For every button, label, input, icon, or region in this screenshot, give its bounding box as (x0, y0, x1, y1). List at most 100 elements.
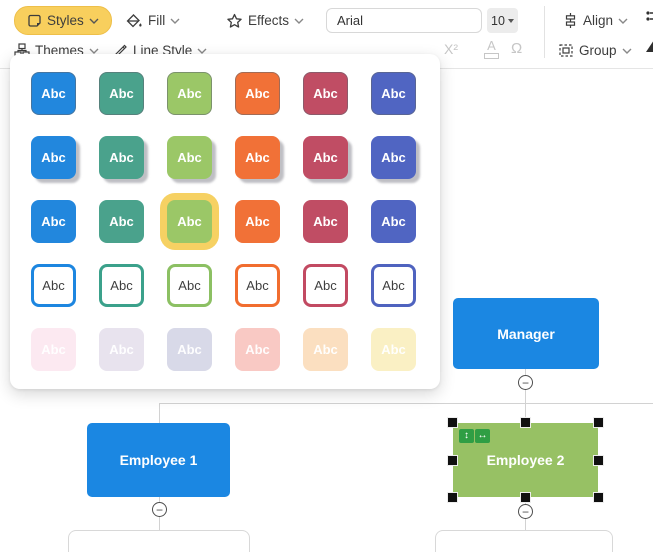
node-label: Employee 2 (486, 452, 565, 468)
chevron-down-icon (89, 48, 99, 54)
style-swatch-r5-c6[interactable]: Abc (371, 328, 416, 371)
font-size-value: 10 (491, 13, 505, 28)
node-manager[interactable]: Manager (453, 298, 599, 369)
superscript-icon[interactable]: X² (444, 41, 458, 57)
style-swatch-r5-c5[interactable]: Abc (303, 328, 348, 371)
style-swatch-label: Abc (109, 150, 134, 165)
style-swatch-r3-c2[interactable]: Abc (99, 200, 144, 243)
resize-vertical-badge[interactable]: ↕ (459, 429, 474, 443)
style-swatch-r4-c5[interactable]: Abc (303, 264, 348, 307)
chevron-down-icon (197, 48, 207, 54)
node-wrapper-employee-2: Employee 2 ↕ ↔ (447, 417, 604, 503)
style-swatch-r1-c3[interactable]: Abc (167, 72, 212, 115)
style-swatch-label: Abc (109, 342, 134, 357)
style-swatch-label: Abc (177, 86, 202, 101)
chevron-down-icon (170, 18, 180, 24)
node-wrapper-manager: Manager (453, 298, 599, 369)
style-swatch-label: Abc (41, 86, 66, 101)
style-swatch-r3-c4[interactable]: Abc (235, 200, 280, 243)
style-swatch-label: Abc (381, 86, 406, 101)
style-swatch-label: Abc (110, 278, 133, 293)
align-icon (565, 13, 576, 28)
style-swatch-label: Abc (245, 342, 270, 357)
style-swatch-label: Abc (313, 214, 338, 229)
partial-child-node-right[interactable] (435, 530, 613, 552)
node-employee-1[interactable]: Employee 1 (87, 423, 230, 497)
collapse-toggle-employee2[interactable]: − (518, 504, 533, 519)
align-button[interactable]: Align (563, 7, 628, 34)
selection-handle-se[interactable] (593, 492, 604, 503)
style-swatch-r3-c1[interactable]: Abc (31, 200, 76, 243)
clipped-toolbar-icon-bottom[interactable] (645, 38, 653, 54)
fill-button[interactable]: Fill (126, 7, 180, 34)
style-swatch-r2-c1[interactable]: Abc (31, 136, 76, 179)
style-swatch-r2-c6[interactable]: Abc (371, 136, 416, 179)
effects-star-icon (227, 13, 242, 28)
style-swatch-label: Abc (177, 150, 202, 165)
group-button[interactable]: Group (558, 37, 632, 64)
selection-handle-s[interactable] (520, 492, 531, 503)
style-swatch-r5-c2[interactable]: Abc (99, 328, 144, 371)
style-swatch-r5-c1[interactable]: Abc (31, 328, 76, 371)
style-swatch-r3-c3[interactable]: Abc (167, 200, 212, 243)
group-icon (559, 44, 573, 57)
style-swatch-r3-c6[interactable]: Abc (371, 200, 416, 243)
style-swatch-r4-c2[interactable]: Abc (99, 264, 144, 307)
selection-handle-n[interactable] (520, 417, 531, 428)
style-swatch-label: Abc (41, 342, 66, 357)
chevron-down-icon (622, 48, 632, 54)
styles-button[interactable]: Styles (14, 6, 112, 35)
font-size-select[interactable]: 10 (487, 8, 518, 33)
style-swatch-r5-c4[interactable]: Abc (235, 328, 280, 371)
partial-child-node-left[interactable] (68, 530, 250, 552)
style-swatch-label: Abc (314, 278, 337, 293)
style-swatch-r4-c1[interactable]: Abc (31, 264, 76, 307)
style-swatch-label: Abc (381, 150, 406, 165)
align-button-label: Align (583, 13, 614, 28)
style-swatch-label: Abc (246, 278, 269, 293)
style-swatch-label: Abc (109, 86, 134, 101)
style-swatch-label: Abc (245, 150, 270, 165)
font-family-input[interactable] (326, 8, 482, 33)
style-swatch-r3-c5[interactable]: Abc (303, 200, 348, 243)
style-swatch-label: Abc (245, 86, 270, 101)
style-swatch-r2-c5[interactable]: Abc (303, 136, 348, 179)
font-color-icon[interactable]: A (484, 38, 499, 59)
selection-handle-nw[interactable] (447, 417, 458, 428)
style-swatch-r1-c6[interactable]: Abc (371, 72, 416, 115)
font-color-bar (484, 53, 499, 59)
style-swatch-r5-c3[interactable]: Abc (167, 328, 212, 371)
style-swatch-label: Abc (245, 214, 270, 229)
style-swatch-r4-c4[interactable]: Abc (235, 264, 280, 307)
style-swatch-label: Abc (178, 278, 201, 293)
effects-button-label: Effects (248, 13, 290, 28)
fill-button-label: Fill (148, 13, 166, 28)
group-button-label: Group (579, 43, 617, 58)
style-swatch-r2-c3[interactable]: Abc (167, 136, 212, 179)
style-swatch-r1-c1[interactable]: Abc (31, 72, 76, 115)
selection-handle-ne[interactable] (593, 417, 604, 428)
styles-button-label: Styles (47, 13, 84, 28)
style-swatch-r1-c2[interactable]: Abc (99, 72, 144, 115)
style-swatch-r2-c4[interactable]: Abc (235, 136, 280, 179)
style-swatch-r1-c5[interactable]: Abc (303, 72, 348, 115)
style-swatch-r2-c2[interactable]: Abc (99, 136, 144, 179)
collapse-toggle-manager[interactable]: − (518, 375, 533, 390)
node-label: Employee 1 (119, 452, 198, 468)
style-swatch-r4-c3[interactable]: Abc (167, 264, 212, 307)
effects-button[interactable]: Effects (226, 7, 304, 34)
style-swatch-label: Abc (41, 214, 66, 229)
selection-handle-sw[interactable] (447, 492, 458, 503)
selection-handle-w[interactable] (447, 454, 458, 466)
resize-horizontal-badge[interactable]: ↔ (475, 429, 490, 443)
clipped-toolbar-icon-top[interactable] (645, 10, 653, 26)
style-swatch-r4-c6[interactable]: Abc (371, 264, 416, 307)
style-swatch-label: Abc (313, 342, 338, 357)
omega-icon[interactable]: Ω (511, 40, 522, 57)
style-swatch-label: Abc (313, 86, 338, 101)
collapse-toggle-employee1[interactable]: − (152, 502, 167, 517)
connector-branch-line (159, 403, 653, 404)
selection-handle-e[interactable] (593, 454, 604, 466)
style-swatch-r1-c4[interactable]: Abc (235, 72, 280, 115)
style-swatch-label: Abc (313, 150, 338, 165)
